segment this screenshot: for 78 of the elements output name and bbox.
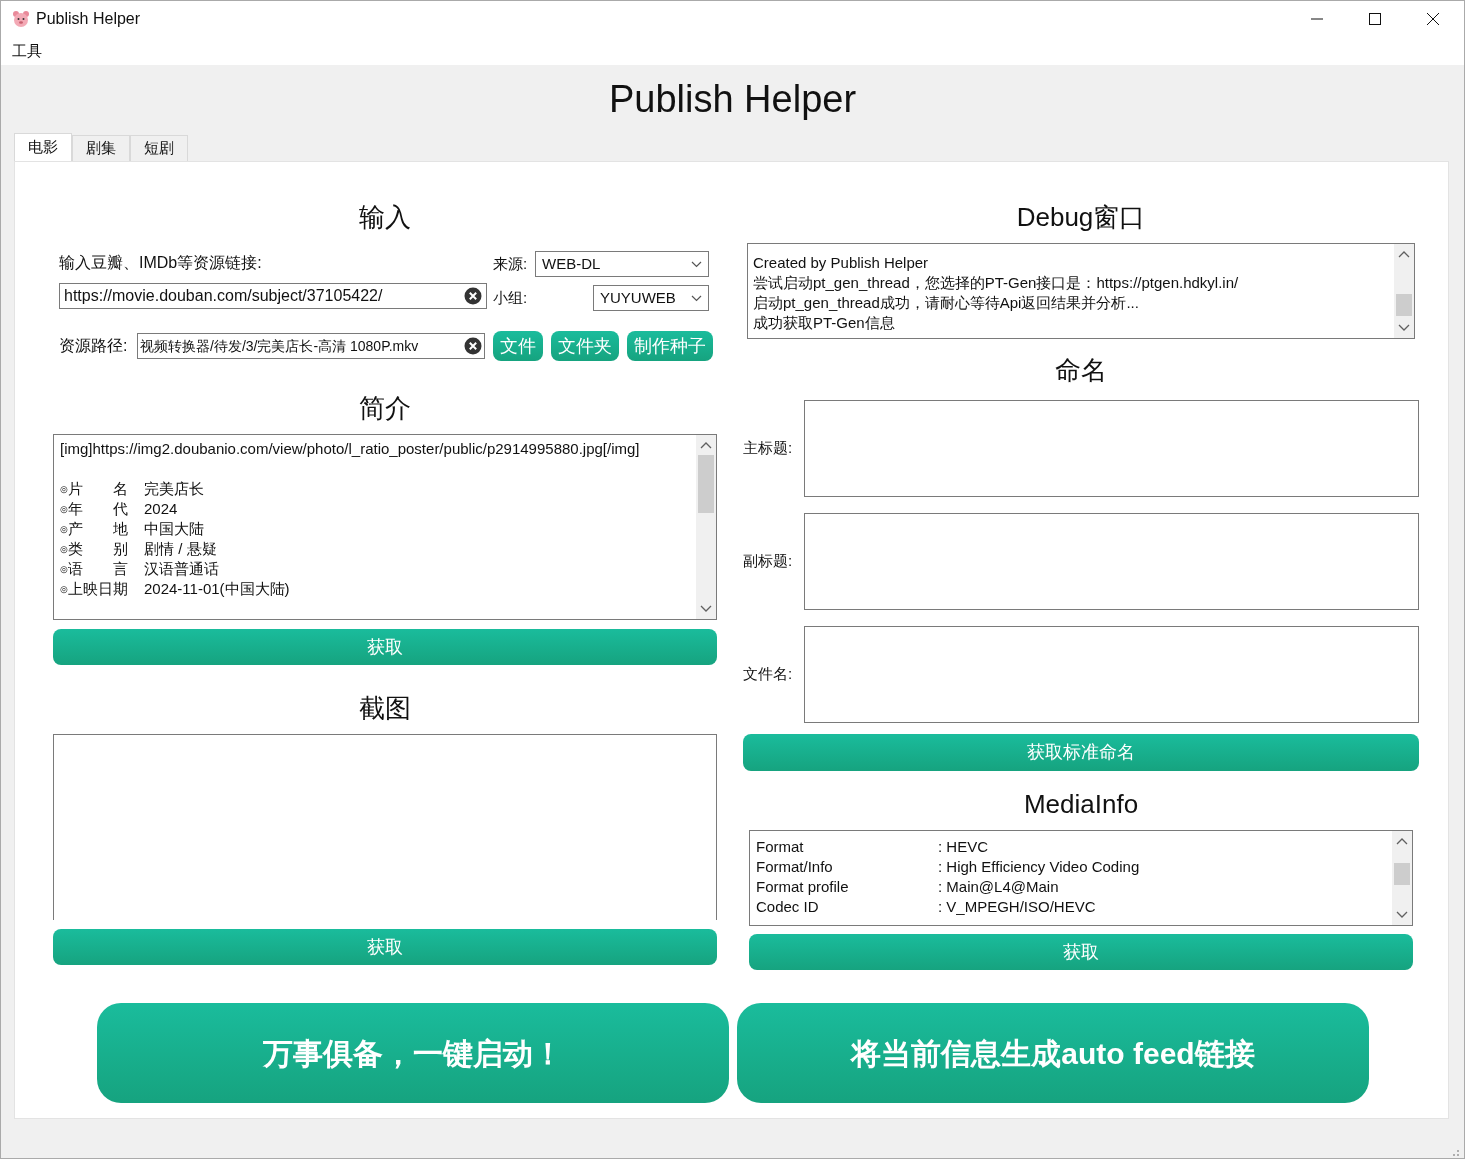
log-line: 启动pt_gen_thread成功，请耐心等待Api返回结果并分析... (753, 293, 1140, 313)
info-value: 剧情 / 悬疑 (144, 539, 217, 559)
section-heading: 简介 (359, 392, 411, 425)
bullet-icon: ◎ (60, 579, 68, 599)
info-label: 语 言 (68, 559, 129, 579)
link-input[interactable]: https://movie.douban.com/subject/37105422/ (59, 283, 487, 309)
scroll-up-icon[interactable] (700, 441, 712, 449)
info-value: 2024-11-01(中国大陆) (144, 579, 290, 599)
field-label: 文件名: (743, 664, 794, 685)
text-field[interactable] (804, 513, 1419, 610)
field-label: 资源路径: (59, 336, 129, 356)
log-line: 成功获取PT-Gen信息 (753, 313, 896, 333)
scroll-up-icon[interactable] (1396, 837, 1408, 845)
info-value: 汉语普通话 (144, 559, 219, 579)
scroll-down-icon[interactable] (1396, 911, 1408, 919)
scroll-thumb[interactable] (1394, 863, 1410, 885)
scrollbar[interactable] (696, 435, 716, 619)
summary-text: [img]https://img2.doubanio.com/view/photo/l_ratio_poster/public/p2914995880.jpg[/img] (60, 439, 641, 459)
info-value: : HEVC (938, 837, 988, 857)
info-label: 类 别 (68, 539, 129, 559)
summary-textarea[interactable]: [img]https://img2.doubanio.com/view/photo/l_ratio_poster/public/p2914995880.jpg[/img] ◎片 名 完美店长 ◎年 代 2024 ◎产 地 中国大陆 ◎类 别 剧情 / 悬疑 ◎语 言 汉语普通话 ◎上映日期 2024-11-01(中国大陆) (53, 434, 717, 620)
bullet-icon: ◎ (60, 559, 68, 579)
info-value: : High Efficiency Video Coding (938, 857, 1140, 877)
info-value: 中国大陆 (144, 519, 204, 539)
info-value: : V_MPEGH/ISO/HEVC (938, 897, 1096, 917)
info-value: : Main@L4@Main (938, 877, 1059, 897)
window-title: Publish Helper (36, 9, 141, 29)
scroll-down-icon[interactable] (700, 605, 712, 613)
bullet-icon: ◎ (60, 519, 68, 539)
scroll-down-icon[interactable] (1398, 324, 1410, 332)
path-input[interactable]: 视频转换器/待发/3/完美店长-高清 1080P.mkv (137, 333, 485, 359)
clear-icon[interactable] (464, 287, 482, 305)
info-value: 完美店长 (144, 479, 204, 499)
section-heading: 命名 (1055, 354, 1107, 387)
log-line: 尝试启动pt_gen_thread，您选择的PT-Gen接口是：https://ptgen.hdkyl.in/ (753, 273, 1240, 293)
scroll-thumb[interactable] (698, 455, 714, 513)
scroll-up-icon[interactable] (1398, 250, 1410, 258)
scroll-thumb[interactable] (1396, 294, 1412, 316)
caret-icon (691, 260, 702, 268)
field-label: 来源: (493, 253, 529, 274)
scrollbar[interactable] (1392, 831, 1412, 925)
tab[interactable]: 短剧 (130, 135, 188, 161)
app-logo-icon (11, 9, 31, 29)
info-label: 片 名 (68, 479, 129, 499)
clear-icon[interactable] (464, 337, 482, 355)
section-heading: MediaInfo (1023, 788, 1139, 821)
log-line: Created by Publish Helper (753, 253, 930, 273)
field-label: 主标题: (743, 438, 794, 459)
section-heading: Debug窗口 (1016, 201, 1146, 234)
caret-icon (691, 294, 702, 302)
info-key: Format profile (756, 877, 938, 897)
bullet-icon: ◎ (60, 479, 68, 499)
info-label: 产 地 (68, 519, 129, 539)
info-key: Format/Info (756, 857, 938, 877)
info-key: Format (756, 837, 938, 857)
field-label: 小组: (493, 287, 529, 308)
source-dropdown[interactable]: WEB-DL (535, 251, 709, 277)
maximize-icon[interactable] (1368, 12, 1382, 26)
info-label: 上映日期 (68, 579, 129, 599)
bullet-icon: ◎ (60, 499, 68, 519)
info-value: 2024 (144, 499, 178, 519)
close-icon[interactable] (1426, 12, 1440, 26)
tab[interactable]: 剧集 (72, 135, 130, 161)
section-heading: 输入 (359, 201, 411, 234)
menu-item[interactable]: 工具 (12, 39, 42, 63)
tab[interactable]: 电影 (14, 133, 72, 161)
field-label: 副标题: (743, 551, 794, 572)
text-field[interactable] (804, 626, 1419, 723)
section-heading: 截图 (359, 692, 411, 725)
info-label: 年 代 (68, 499, 129, 519)
resize-grip-icon[interactable] (1450, 1147, 1460, 1157)
field-label: 输入豆瓣、IMDb等资源链接: (59, 253, 263, 273)
group-dropdown[interactable]: YUYUWEB (593, 285, 709, 311)
bullet-icon: ◎ (60, 539, 68, 559)
info-key: Codec ID (756, 897, 938, 917)
scrollbar[interactable] (1394, 244, 1414, 338)
app-heading: Publish Helper (608, 76, 857, 122)
text-field[interactable] (804, 400, 1419, 497)
